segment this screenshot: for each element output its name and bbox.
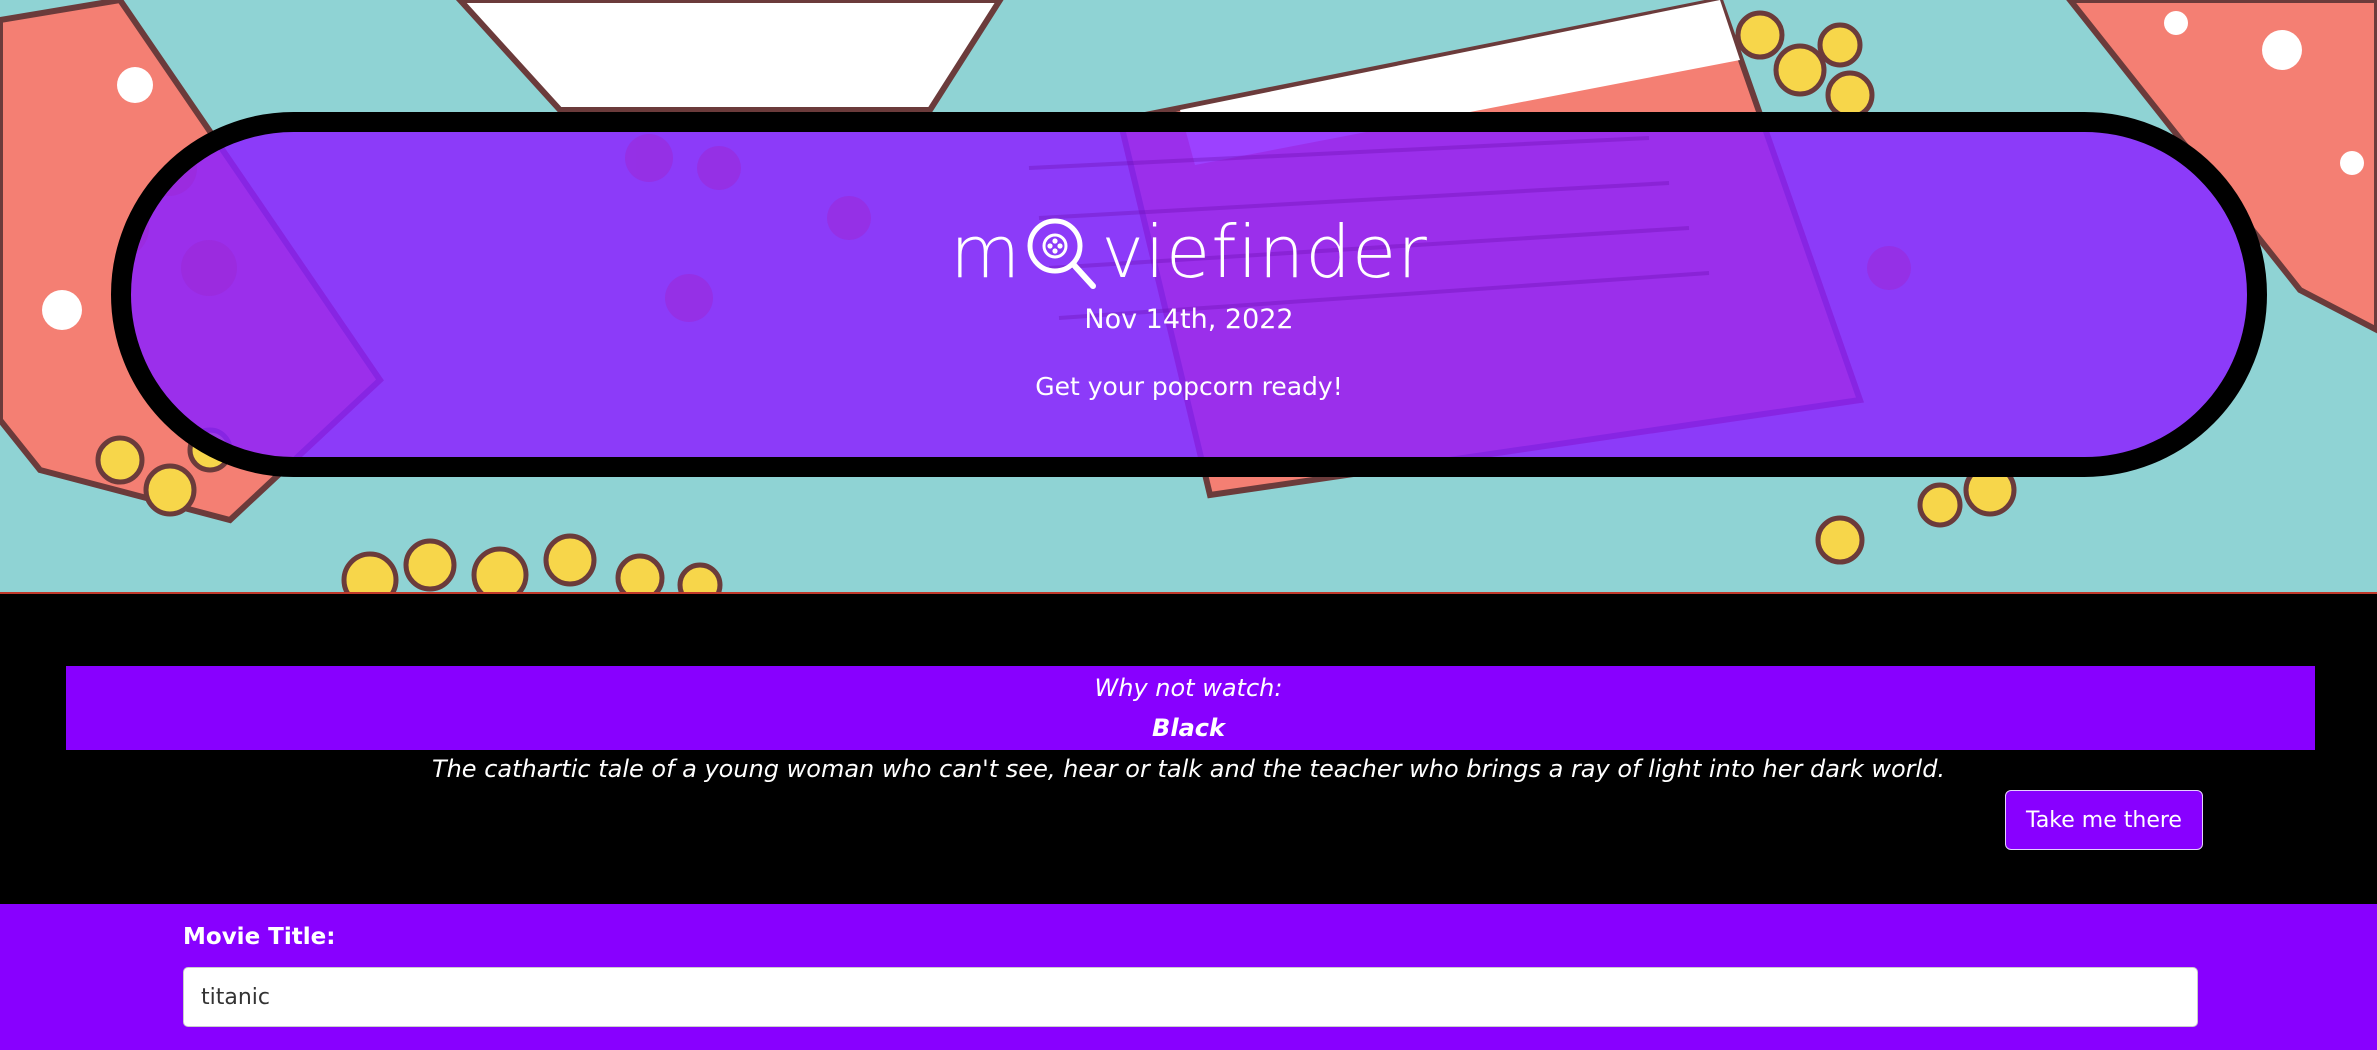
take-me-there-button[interactable]: Take me there bbox=[2005, 790, 2203, 850]
logo[interactable]: m viefinder bbox=[950, 214, 1428, 290]
current-date: Nov 14th, 2022 bbox=[1084, 304, 1294, 335]
hero-pill: m viefinder Nov 14th, 2022 Get your popc… bbox=[111, 112, 2267, 477]
suggestion-description: The cathartic tale of a young woman who … bbox=[431, 755, 1946, 783]
tagline: Get your popcorn ready! bbox=[1035, 372, 1343, 401]
logo-text-right: viefinder bbox=[1101, 210, 1428, 294]
brand: m viefinder bbox=[131, 214, 2247, 290]
magnifier-film-reel-icon bbox=[1027, 218, 1097, 289]
suggestion-section: Why not watch: Black The cathartic tale … bbox=[0, 594, 2377, 904]
search-section: Movie Title: bbox=[0, 904, 2377, 1050]
hero-banner: m viefinder Nov 14th, 2022 Get your popc… bbox=[0, 0, 2377, 594]
suggestion-lead: Why not watch: bbox=[1094, 674, 1283, 702]
logo-text-left: m bbox=[950, 210, 1022, 294]
suggestion-title: Black bbox=[1152, 714, 1225, 742]
movie-title-label: Movie Title: bbox=[183, 924, 336, 950]
movie-title-input[interactable] bbox=[183, 967, 2198, 1027]
